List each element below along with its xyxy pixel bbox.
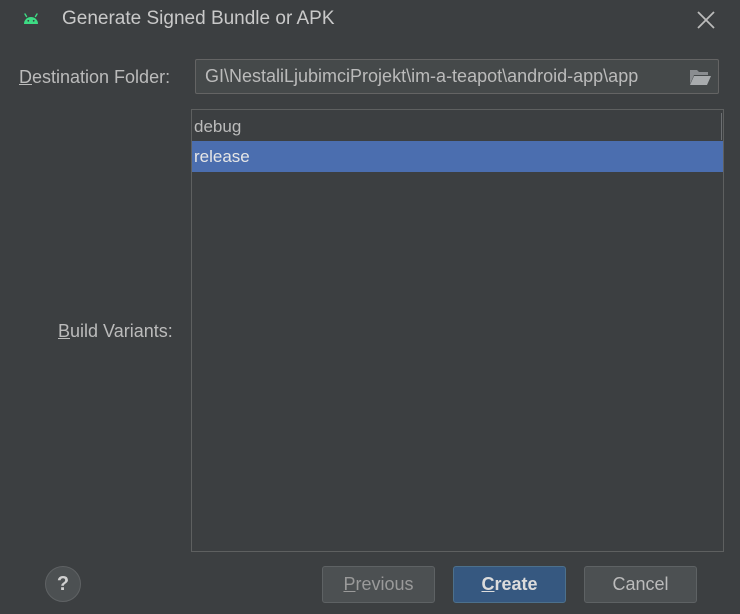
previous-mnemonic: P xyxy=(343,574,356,594)
create-label: reate xyxy=(494,574,538,594)
cancel-button[interactable]: Cancel xyxy=(584,566,697,603)
previous-label: revious xyxy=(355,574,414,594)
close-icon[interactable] xyxy=(694,8,718,32)
android-icon xyxy=(24,13,38,24)
dialog-title: Generate Signed Bundle or APK xyxy=(62,8,335,29)
previous-button[interactable]: Previous xyxy=(322,566,435,603)
build-variants-label-text: uild Variants: xyxy=(70,321,173,341)
folder-open-icon[interactable] xyxy=(688,66,712,88)
title-bar: Generate Signed Bundle or APK xyxy=(0,0,740,40)
build-variants-label-mnemonic: B xyxy=(58,321,71,341)
destination-folder-label: Destination Folder: xyxy=(19,67,170,88)
build-variants-label: Build Variants: xyxy=(58,321,173,342)
destination-folder-field[interactable]: GI\NestaliLjubimciProjekt\im-a-teapot\an… xyxy=(195,59,719,94)
create-button[interactable]: Create xyxy=(453,566,566,603)
help-button[interactable]: ? xyxy=(45,566,81,602)
build-variants-list[interactable]: debug release xyxy=(191,109,724,552)
create-mnemonic: C xyxy=(481,574,495,594)
variant-item-release[interactable]: release xyxy=(192,141,723,172)
destination-label-text: estination Folder: xyxy=(32,67,171,87)
destination-path-value[interactable]: GI\NestaliLjubimciProjekt\im-a-teapot\an… xyxy=(205,66,675,87)
destination-label-mnemonic: D xyxy=(19,67,32,87)
generate-signed-bundle-dialog: Generate Signed Bundle or APK Destinatio… xyxy=(0,0,740,614)
variant-item-debug[interactable]: debug xyxy=(192,111,723,142)
